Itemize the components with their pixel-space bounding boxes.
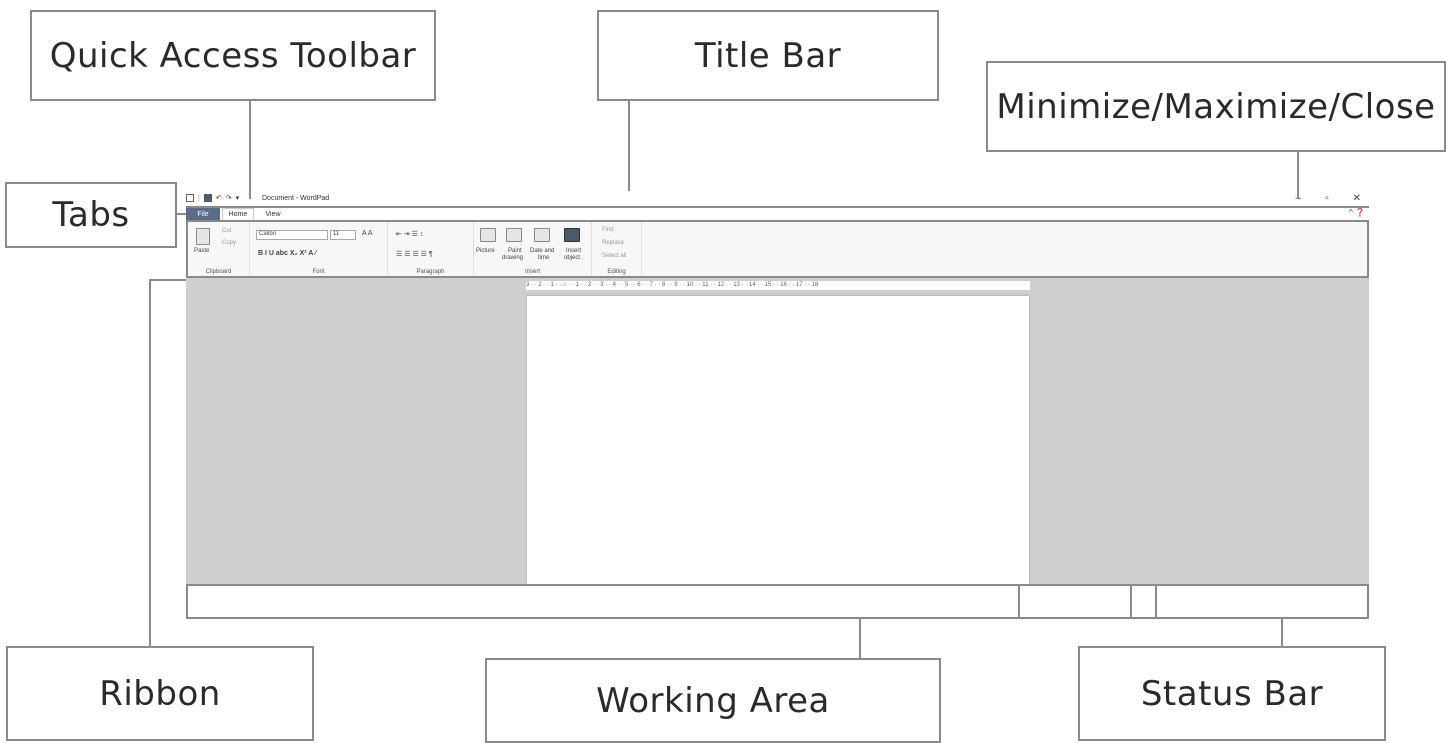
connector-ribbon-h	[149, 279, 187, 281]
copy-button[interactable]: Copy	[222, 240, 236, 246]
grow-shrink-font[interactable]: A A	[362, 230, 373, 237]
insert-object-l2[interactable]: object	[564, 255, 580, 261]
group-label-paragraph: Paragraph	[416, 269, 445, 275]
callout-tabs: Tabs	[5, 182, 177, 248]
callout-quick-access-toolbar: Quick Access Toolbar	[30, 10, 436, 101]
wordpad-app-icon[interactable]	[186, 194, 194, 202]
quick-access-toolbar: | ↶ ↷ ▾	[186, 194, 239, 202]
connector-title-bar	[628, 101, 630, 191]
tab-home[interactable]: Home	[222, 208, 254, 220]
picture-button[interactable]: Picture	[476, 248, 495, 254]
status-segment-1	[1018, 586, 1020, 617]
callout-status-bar: Status Bar	[1078, 646, 1386, 741]
paint-drawing-icon[interactable]	[506, 228, 522, 242]
group-clipboard: Paste Cut Copy Clipboard	[188, 222, 250, 276]
status-segment-2	[1130, 586, 1132, 617]
indent-list-buttons[interactable]: ⇤ ⇥ ☰ ↕	[396, 230, 423, 238]
group-insert: Picture Paint drawing Date and time Inse…	[474, 222, 592, 276]
title-bar: | ↶ ↷ ▾ Document - WordPad – ▫ ✕	[186, 192, 1369, 206]
maximize-icon[interactable]: ▫	[1325, 193, 1329, 204]
group-editing: Find Replace Select all Editing	[592, 222, 642, 276]
close-icon[interactable]: ✕	[1353, 193, 1361, 204]
help-icon[interactable]: ^ ❓	[1349, 208, 1365, 217]
group-label-clipboard: Clipboard	[205, 269, 232, 275]
group-label-font: Font	[312, 269, 325, 275]
cut-button[interactable]: Cut	[222, 228, 231, 234]
connector-qat	[249, 101, 251, 199]
picture-icon[interactable]	[480, 228, 496, 242]
status-segment-3	[1155, 586, 1157, 617]
insert-object-icon[interactable]	[564, 228, 580, 242]
paint-button-l1[interactable]: Paint	[508, 248, 522, 254]
connector-tabs	[177, 213, 186, 215]
date-button-l1[interactable]: Date and	[530, 248, 554, 254]
find-button[interactable]: Find	[602, 227, 614, 233]
paint-button-l2[interactable]: drawing	[502, 255, 523, 261]
tabs-row: File Home View ^ ❓	[186, 206, 1369, 220]
document-page[interactable]	[527, 296, 1029, 584]
date-button-l2[interactable]: time	[538, 255, 549, 261]
save-icon[interactable]	[203, 194, 212, 202]
ruler: 3 · · 2 · · 1 · · ⌂ · · 1 · · 2 · · 3 · …	[526, 281, 1030, 290]
callout-title-bar: Title Bar	[597, 10, 939, 101]
connector-status-v2	[1281, 630, 1283, 646]
date-time-icon[interactable]	[534, 228, 550, 242]
status-bar	[186, 584, 1369, 619]
minimize-icon[interactable]: –	[1296, 193, 1302, 204]
tab-view[interactable]: View	[258, 208, 288, 220]
customize-qat-icon[interactable]: ▾	[236, 194, 240, 202]
group-paragraph: ⇤ ⇥ ☰ ↕ ☰ ☰ ☰ ☰ ¶ Paragraph	[388, 222, 474, 276]
tab-file[interactable]: File	[186, 208, 220, 220]
replace-button[interactable]: Replace	[602, 240, 624, 246]
font-format-buttons[interactable]: B I U abc X₂ X² A ⁄	[258, 250, 316, 257]
redo-icon[interactable]: ↷	[226, 194, 232, 202]
font-family-select[interactable]: Calibri	[256, 230, 328, 240]
callout-ribbon: Ribbon	[6, 646, 314, 741]
undo-icon[interactable]: ↶	[216, 194, 222, 202]
paste-icon[interactable]	[196, 228, 210, 245]
paste-button[interactable]: Paste	[194, 248, 209, 254]
group-label-insert: Insert	[524, 269, 540, 275]
group-label-editing: Editing	[607, 269, 626, 275]
font-size-select[interactable]: 11	[330, 230, 356, 240]
connector-ribbon-v	[149, 279, 151, 646]
window-title: Document - WordPad	[262, 195, 330, 202]
select-all-button[interactable]: Select all	[602, 253, 626, 259]
insert-object-l1[interactable]: Insert	[566, 248, 581, 254]
window-controls: – ▫ ✕	[1296, 193, 1362, 204]
align-buttons[interactable]: ☰ ☰ ☰ ☰ ¶	[396, 250, 433, 258]
callout-working-area: Working Area	[485, 658, 941, 743]
group-font: Calibri 11 A A B I U abc X₂ X² A ⁄ Font	[250, 222, 388, 276]
qat-separator: |	[198, 194, 200, 202]
ribbon: Paste Cut Copy Clipboard Calibri 11 A A …	[186, 220, 1369, 278]
callout-window-controls: Minimize/Maximize/Close	[986, 61, 1446, 152]
